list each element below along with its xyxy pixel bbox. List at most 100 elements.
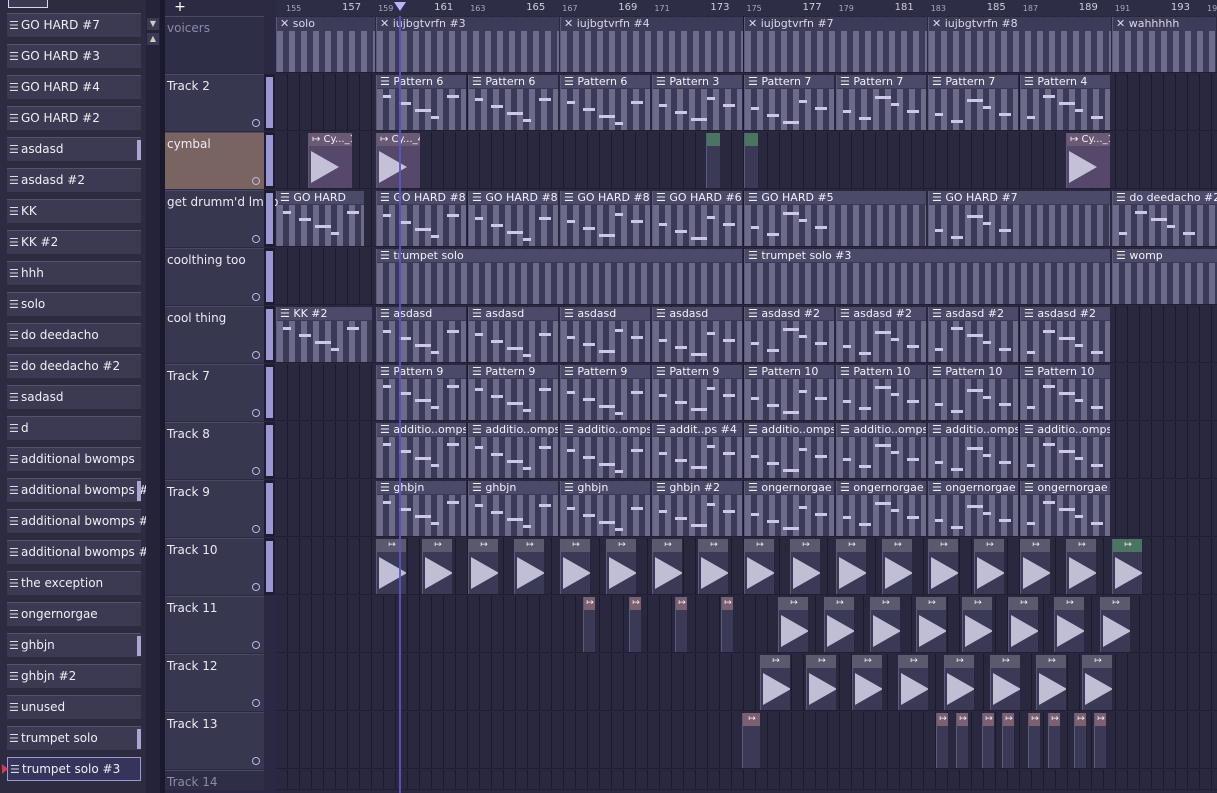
audio-clip[interactable]: ↦ bbox=[1074, 713, 1086, 768]
picker-item[interactable]: ☰ ghbjn bbox=[7, 633, 141, 657]
clip[interactable]: ✕ iujbgtvrfn #7 bbox=[744, 17, 927, 72]
track-lane[interactable]: ☰ GO HARD ☰ GO HARD #8 ☰ GO HARD #8 ☰ GO HA… bbox=[276, 190, 1217, 247]
clip[interactable]: ✕ iujbgtvrfn #8 bbox=[928, 17, 1111, 72]
audio-clip[interactable]: ↦ bbox=[898, 655, 928, 710]
audio-clip[interactable]: ↦ bbox=[974, 539, 1004, 594]
picker-item[interactable]: ☰ do deedacho bbox=[7, 323, 141, 347]
clip[interactable]: ☰ Pattern 6 bbox=[468, 75, 558, 130]
picker-item[interactable]: ☰ GO HARD #4 bbox=[7, 75, 141, 99]
clip[interactable]: ☰ Pattern 9 bbox=[376, 365, 466, 420]
clip[interactable]: ☰ Pattern 4 bbox=[1020, 75, 1110, 130]
audio-clip[interactable]: ↦ bbox=[882, 539, 912, 594]
audio-clip[interactable]: ↦ bbox=[1002, 713, 1014, 768]
clip[interactable]: ✕ iujbgtvrfn #3 bbox=[376, 17, 559, 72]
clip[interactable]: ☰ ongernorgae bbox=[1020, 481, 1110, 536]
audio-clip[interactable]: ↦ bbox=[422, 539, 452, 594]
audio-clip[interactable]: ↦ bbox=[721, 597, 733, 652]
clip[interactable]: ☰ GO HARD #8 bbox=[560, 191, 650, 246]
audio-clip[interactable] bbox=[744, 133, 758, 188]
picker-item[interactable]: ☰ GO HARD #3 bbox=[7, 44, 141, 68]
picker-item[interactable]: ☰ trumpet solo bbox=[7, 726, 141, 750]
picker-item[interactable]: ☰ KK bbox=[7, 199, 141, 223]
clip[interactable]: ☰ asdasd #2 bbox=[744, 307, 834, 362]
audio-clip[interactable]: ↦ bbox=[760, 655, 790, 710]
clip[interactable]: ☰ GO HARD #6 bbox=[652, 191, 742, 246]
clip[interactable]: ☰ Pattern 10 bbox=[1020, 365, 1110, 420]
audio-clip[interactable]: ↦ bbox=[852, 655, 882, 710]
picker-item[interactable]: ☰ trumpet solo #3 bbox=[2, 757, 141, 781]
picker-item[interactable]: ☰ GO HARD #7 bbox=[7, 13, 141, 37]
clip[interactable]: ✕ iujbgtvrfn #4 bbox=[560, 17, 743, 72]
clip[interactable]: ☰ ongernorgae bbox=[928, 481, 1018, 536]
clip[interactable]: ☰ Pattern 6 bbox=[376, 75, 466, 130]
picker-item[interactable]: ☰ do deedacho #2 bbox=[7, 354, 141, 378]
track-lane[interactable]: ↦ ↦ ↦ ↦ ↦ ↦ ↦ ↦ ↦ ↦ ↦ ↦ ↦ ↦ ↦ ↦ ↦ bbox=[276, 538, 1217, 595]
track-header[interactable]: cool thing bbox=[165, 306, 264, 363]
playlist-grid[interactable]: ✕ solo ✕ iujbgtvrfn #3 ✕ iujbgtvrfn #4 ✕ iu… bbox=[276, 16, 1217, 793]
clip[interactable]: ☰ GO HARD #8 bbox=[468, 191, 558, 246]
track-header[interactable]: Track 10 bbox=[165, 538, 264, 595]
track-lane[interactable]: ↦ Cy..._1 ↦ Cy..._4 ↦ Cy..._1 bbox=[276, 132, 1217, 189]
picker-scrollbar[interactable]: ▼ ▲ bbox=[146, 0, 160, 793]
clip[interactable]: ☰ Pattern 7 bbox=[836, 75, 926, 130]
clip[interactable]: ☰ Pattern 3 bbox=[652, 75, 742, 130]
audio-clip[interactable]: ↦ bbox=[1094, 713, 1106, 768]
picker-item[interactable]: ☰ the exception bbox=[7, 571, 141, 595]
audio-clip[interactable]: ↦ bbox=[560, 539, 590, 594]
audio-clip[interactable]: ↦ bbox=[928, 539, 958, 594]
add-track-button[interactable]: + bbox=[165, 0, 195, 16]
track-header[interactable]: Track 8 bbox=[165, 422, 264, 479]
picker-item[interactable]: ☰ asdasd #2 bbox=[7, 168, 141, 192]
clip[interactable]: ☰ Pattern 7 bbox=[928, 75, 1018, 130]
track-header[interactable]: Track 14 bbox=[165, 770, 264, 790]
clip[interactable]: ☰ asdasd bbox=[468, 307, 558, 362]
audio-clip[interactable] bbox=[706, 133, 720, 188]
audio-clip[interactable]: ↦ bbox=[916, 597, 946, 652]
picker-item[interactable]: ☰ ghbjn #2 bbox=[7, 664, 141, 688]
record-icon[interactable] bbox=[252, 757, 260, 765]
audio-clip[interactable]: ↦ bbox=[1036, 655, 1066, 710]
audio-clip[interactable]: ↦ bbox=[629, 597, 641, 652]
scroll-down-icon[interactable]: ▼ bbox=[147, 18, 159, 30]
audio-clip[interactable]: ↦ bbox=[990, 655, 1020, 710]
clip[interactable]: ☰ do deedacho #2 bbox=[1112, 191, 1217, 246]
clip[interactable]: ☰ Pattern 9 bbox=[652, 365, 742, 420]
audio-clip[interactable]: ↦ bbox=[1008, 597, 1038, 652]
track-header[interactable]: Track 12 bbox=[165, 654, 264, 711]
clip[interactable]: ☰ GO HARD #5 bbox=[744, 191, 926, 246]
audio-clip[interactable]: ↦ bbox=[962, 597, 992, 652]
track-header[interactable]: get drumm'd lmao bbox=[165, 190, 279, 247]
record-icon[interactable] bbox=[252, 583, 260, 591]
clip[interactable]: ✕ solo bbox=[276, 17, 375, 72]
clip[interactable]: ☰ ongernorgae bbox=[836, 481, 926, 536]
track-header[interactable]: Track 13 bbox=[165, 712, 264, 769]
clip[interactable]: ☰ asdasd bbox=[652, 307, 742, 362]
track-header[interactable]: Track 7 bbox=[165, 364, 264, 421]
picker-item[interactable]: ☰ hhh bbox=[7, 261, 141, 285]
picker-item[interactable]: ☰ additional bwomps #3 bbox=[7, 540, 156, 564]
audio-clip[interactable]: ↦ bbox=[982, 713, 994, 768]
track-header[interactable]: voicers bbox=[165, 16, 264, 73]
clip[interactable]: ☰ Pattern 10 bbox=[928, 365, 1018, 420]
clip[interactable]: ☰ ghbjn bbox=[468, 481, 558, 536]
audio-clip[interactable]: ↦ bbox=[376, 539, 406, 594]
picker-item[interactable]: ☰ solo bbox=[7, 292, 141, 316]
audio-clip[interactable]: ↦ bbox=[1066, 539, 1096, 594]
record-icon[interactable] bbox=[252, 351, 260, 359]
clip[interactable]: ☰ GO HARD #7 bbox=[928, 191, 1110, 246]
clip[interactable]: ☰ additio..omps #3 bbox=[836, 423, 926, 478]
audio-clip[interactable]: ↦ bbox=[514, 539, 544, 594]
clip[interactable]: ☰ additio..omps #3 bbox=[928, 423, 1018, 478]
clip[interactable]: ☰ trumpet solo bbox=[376, 249, 742, 304]
track-header[interactable]: Track 9 bbox=[165, 480, 264, 537]
track-lane[interactable] bbox=[276, 770, 1217, 790]
track-lane[interactable]: ↦ ↦ ↦ ↦ ↦ ↦ ↦ ↦ bbox=[276, 654, 1217, 711]
picker-item[interactable]: ☰ asdasd bbox=[7, 137, 141, 161]
audio-clip[interactable]: ↦ Cy..._4 bbox=[376, 133, 420, 188]
record-icon[interactable] bbox=[252, 409, 260, 417]
playhead-marker-icon[interactable] bbox=[394, 2, 406, 11]
track-lane[interactable]: ☰ additio..omps #2☰ additio..omps #2☰ ad… bbox=[276, 422, 1217, 479]
audio-clip[interactable]: ↦ Cy..._1 bbox=[1066, 133, 1110, 188]
audio-clip[interactable]: ↦ bbox=[468, 539, 498, 594]
clip[interactable]: ☰ additio..omps #2 bbox=[376, 423, 466, 478]
